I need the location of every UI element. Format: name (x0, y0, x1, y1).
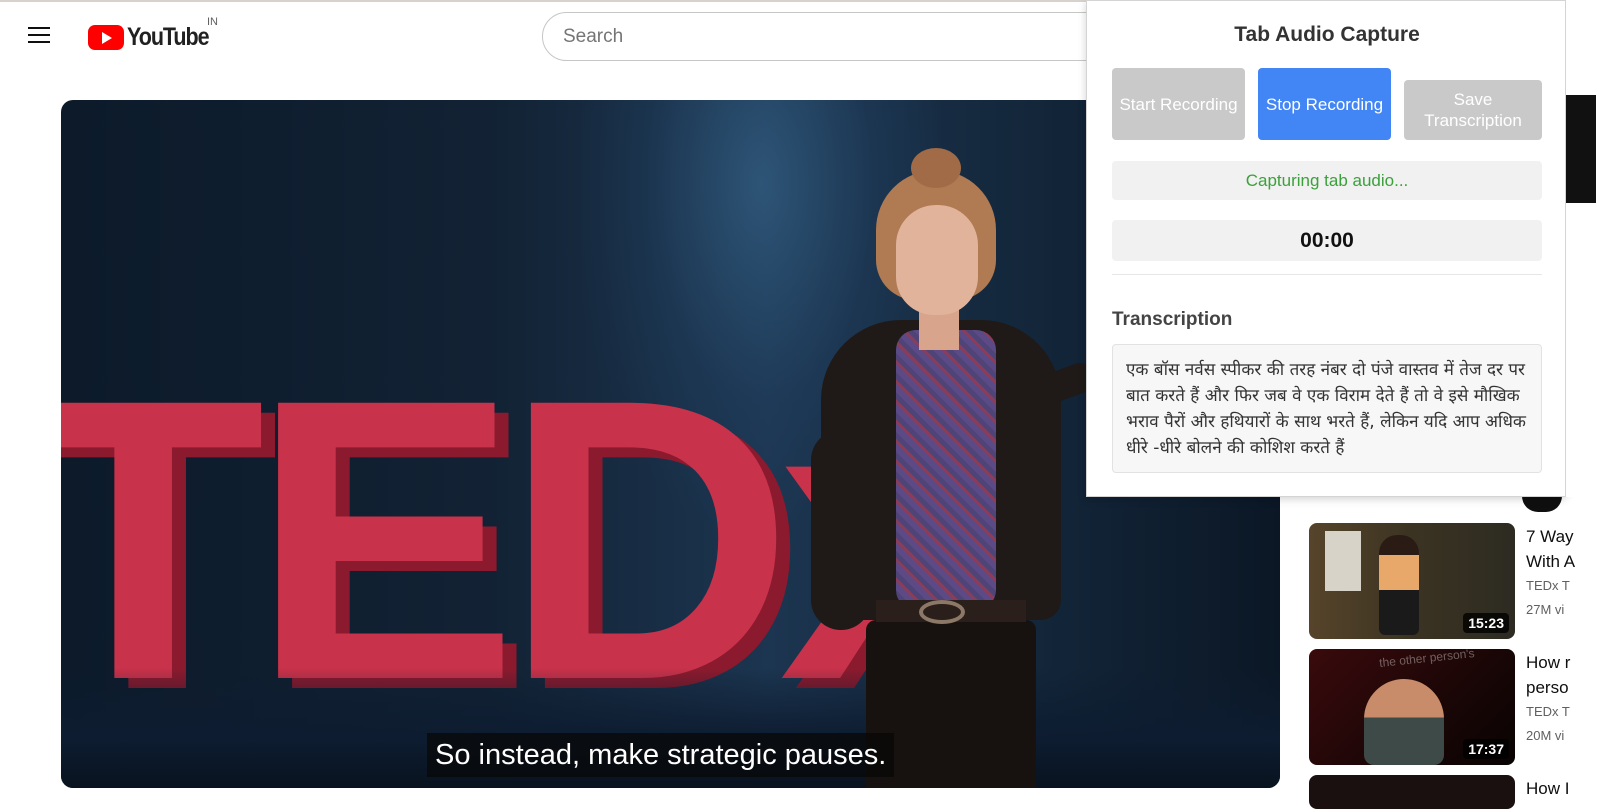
recommendation-thumbnail[interactable]: 15:23 (1309, 523, 1515, 639)
stop-recording-button[interactable]: Stop Recording (1258, 68, 1391, 140)
recommendation-title[interactable]: How I (1526, 776, 1569, 801)
recommendation-title-line2[interactable]: With A (1526, 549, 1575, 574)
youtube-play-icon (88, 24, 124, 50)
recommendation-title[interactable]: 7 Way (1526, 524, 1574, 549)
start-recording-button[interactable]: Start Recording (1112, 68, 1245, 140)
speaker-figure (781, 130, 1111, 788)
transcription-heading: Transcription (1112, 309, 1233, 330)
recommendation-channel[interactable]: TEDx T (1526, 704, 1570, 719)
logo-text: YouTube (127, 22, 210, 51)
hamburger-menu-icon[interactable] (28, 22, 60, 50)
video-caption: So instead, make strategic pauses. (427, 733, 895, 777)
youtube-logo[interactable]: YouTube (88, 22, 222, 52)
recommendation-title[interactable]: How r (1526, 650, 1570, 675)
extension-popup: Tab Audio Capture Start Recording Stop R… (1086, 0, 1566, 497)
page: YouTube IN TEDx So instead, make strateg… (0, 0, 1600, 809)
popup-title: Tab Audio Capture (1234, 23, 1420, 46)
recommendation-title-line2[interactable]: perso (1526, 675, 1569, 700)
recording-timer: 00:00 (1112, 220, 1542, 261)
recommendation-thumbnail[interactable]: the other person's 17:37 (1309, 649, 1515, 765)
video-duration: 15:23 (1463, 613, 1509, 633)
search-box[interactable] (542, 12, 1142, 61)
recommendation-views: 20M vi (1526, 728, 1565, 743)
partial-thumbnail[interactable] (1566, 95, 1596, 203)
thumbnail-overlay-text: the other person's (1378, 649, 1476, 670)
recommendation-views: 27M vi (1526, 602, 1565, 617)
recommendation-channel[interactable]: TEDx T (1526, 578, 1570, 593)
status-message: Capturing tab audio... (1112, 161, 1542, 200)
transcription-text[interactable]: एक बॉस नर्वस स्पीकर की तरह नंबर दो पंजे … (1112, 344, 1542, 473)
save-transcription-button[interactable]: Save Transcription (1404, 80, 1542, 140)
recommendation-thumbnail[interactable] (1309, 775, 1515, 809)
page-right-edge (1566, 0, 1600, 497)
search-input[interactable] (563, 25, 1083, 48)
video-duration: 17:37 (1463, 739, 1509, 759)
section-divider (1112, 274, 1542, 275)
country-code: IN (207, 16, 218, 28)
